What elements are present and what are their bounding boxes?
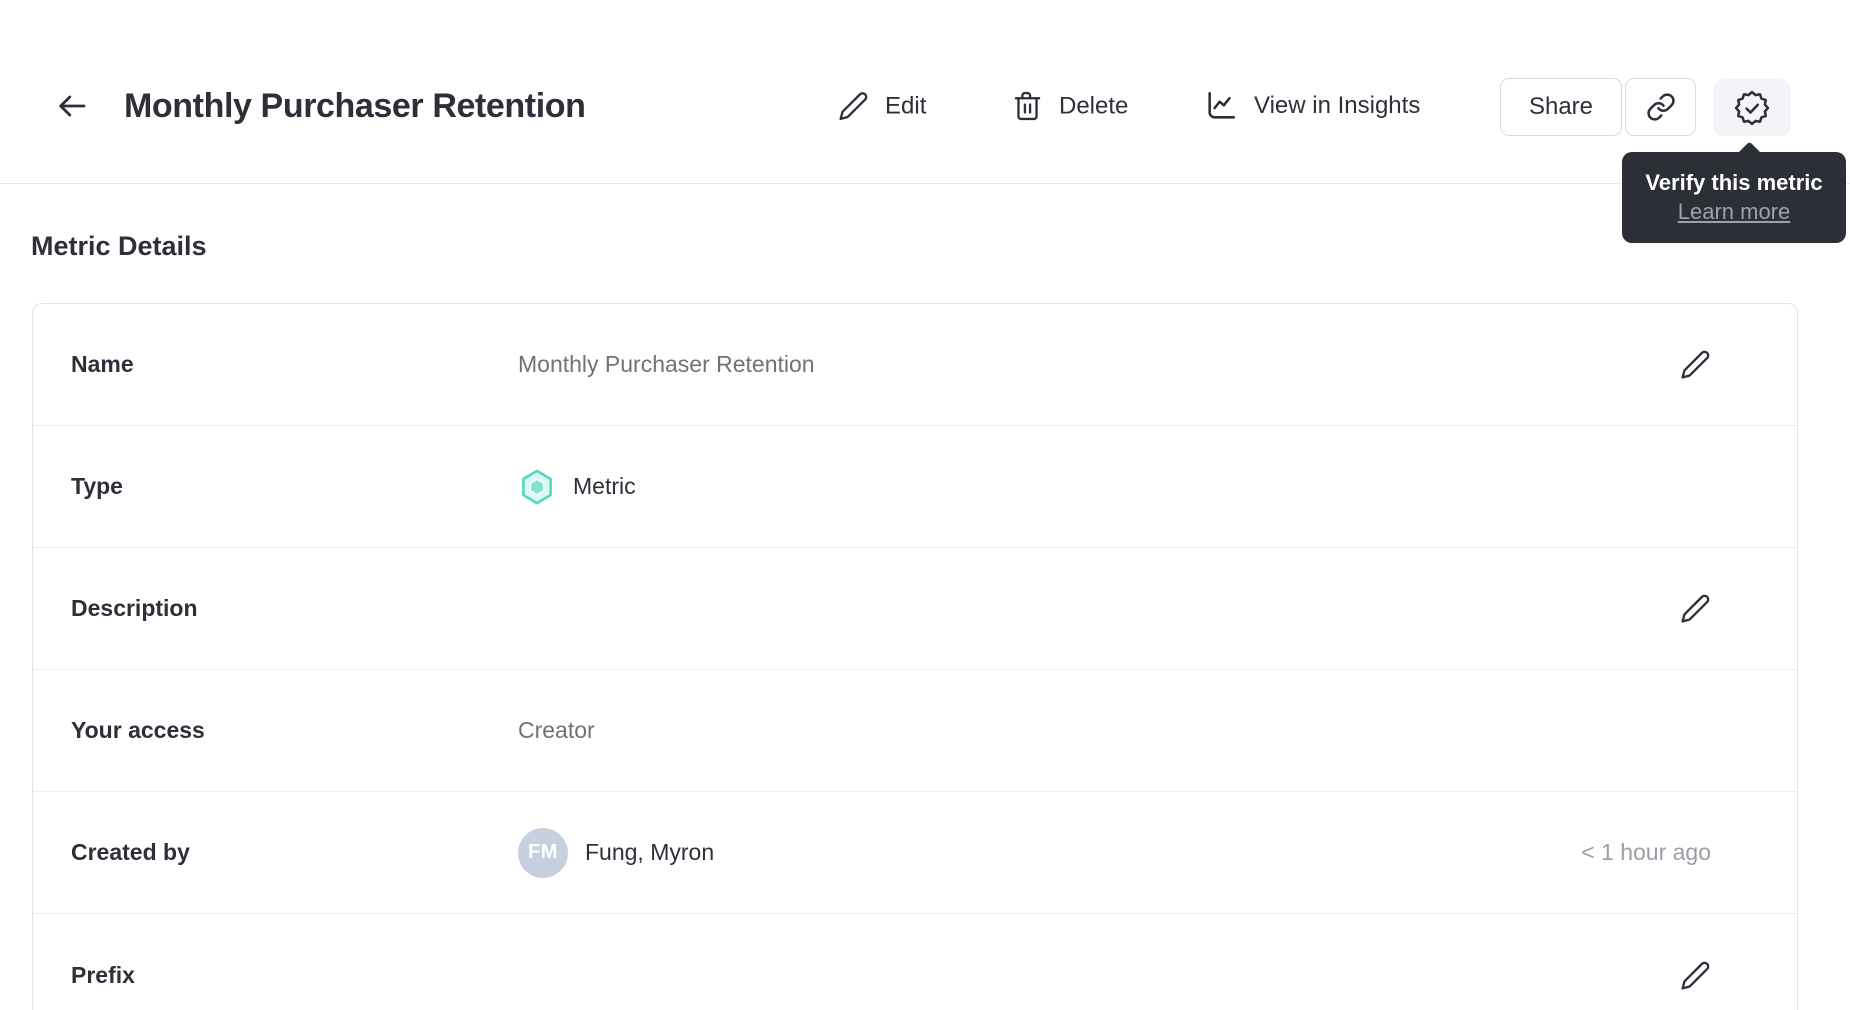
- back-button[interactable]: [48, 82, 96, 130]
- edit-button[interactable]: Edit: [838, 91, 926, 122]
- pencil-icon: [838, 91, 869, 122]
- avatar: FM: [518, 827, 568, 878]
- view-in-insights-label: View in Insights: [1254, 92, 1421, 119]
- edit-prefix-button[interactable]: [1680, 960, 1711, 991]
- table-row-prefix: Prefix: [33, 914, 1797, 1010]
- edit-name-button[interactable]: [1680, 349, 1711, 380]
- back-arrow-icon: [54, 88, 90, 124]
- edit-description-button[interactable]: [1680, 593, 1711, 624]
- row-label: Name: [71, 351, 134, 377]
- metric-details-page: Monthly Purchaser Retention Edit Delete: [0, 0, 1850, 1010]
- copy-link-button[interactable]: [1625, 78, 1696, 136]
- share-button[interactable]: Share: [1500, 78, 1622, 136]
- table-row-created-by: Created by FM Fung, Myron < 1 hour ago: [33, 792, 1797, 914]
- metric-details-card: Name Monthly Purchaser Retention Type Me…: [32, 303, 1798, 1010]
- table-row-type: Type Metric: [33, 426, 1797, 548]
- row-label: Created by: [71, 839, 190, 865]
- row-label: Type: [71, 473, 123, 499]
- table-row-description: Description: [33, 548, 1797, 670]
- tooltip-title: Verify this metric: [1645, 170, 1823, 195]
- created-timestamp: < 1 hour ago: [1581, 839, 1711, 865]
- row-value: FM Fung, Myron: [518, 827, 715, 878]
- delete-button[interactable]: Delete: [1012, 91, 1128, 122]
- metric-hexagon-icon: [518, 468, 556, 506]
- table-row-your-access: Your access Creator: [33, 670, 1797, 792]
- row-value: Metric: [518, 468, 636, 506]
- verified-badge-icon: [1734, 90, 1770, 126]
- section-heading: Metric Details: [31, 231, 207, 261]
- created-by-name: Fung, Myron: [585, 839, 715, 865]
- trash-icon: [1012, 91, 1043, 122]
- row-label: Prefix: [71, 961, 135, 988]
- share-button-label: Share: [1528, 93, 1594, 120]
- table-row-name: Name Monthly Purchaser Retention: [33, 304, 1797, 426]
- verify-metric-button[interactable]: [1713, 79, 1791, 136]
- row-label: Your access: [71, 717, 205, 743]
- type-value-label: Metric: [573, 473, 636, 499]
- line-chart-icon: [1204, 89, 1238, 123]
- learn-more-link[interactable]: Learn more: [1678, 199, 1791, 225]
- link-icon: [1646, 92, 1676, 122]
- row-label: Description: [71, 595, 198, 621]
- edit-button-label: Edit: [885, 92, 927, 119]
- page-header: Monthly Purchaser Retention Edit Delete: [0, 0, 1850, 184]
- verify-metric-tooltip: Verify this metric Learn more: [1622, 141, 1846, 243]
- pencil-icon: [1680, 960, 1711, 991]
- pencil-icon: [1680, 349, 1711, 380]
- page-title: Monthly Purchaser Retention: [124, 87, 586, 125]
- pencil-icon: [1680, 593, 1711, 624]
- view-in-insights-button[interactable]: View in Insights: [1204, 89, 1420, 123]
- row-value: Creator: [518, 717, 595, 743]
- delete-button-label: Delete: [1059, 92, 1129, 119]
- row-value: Monthly Purchaser Retention: [518, 351, 815, 377]
